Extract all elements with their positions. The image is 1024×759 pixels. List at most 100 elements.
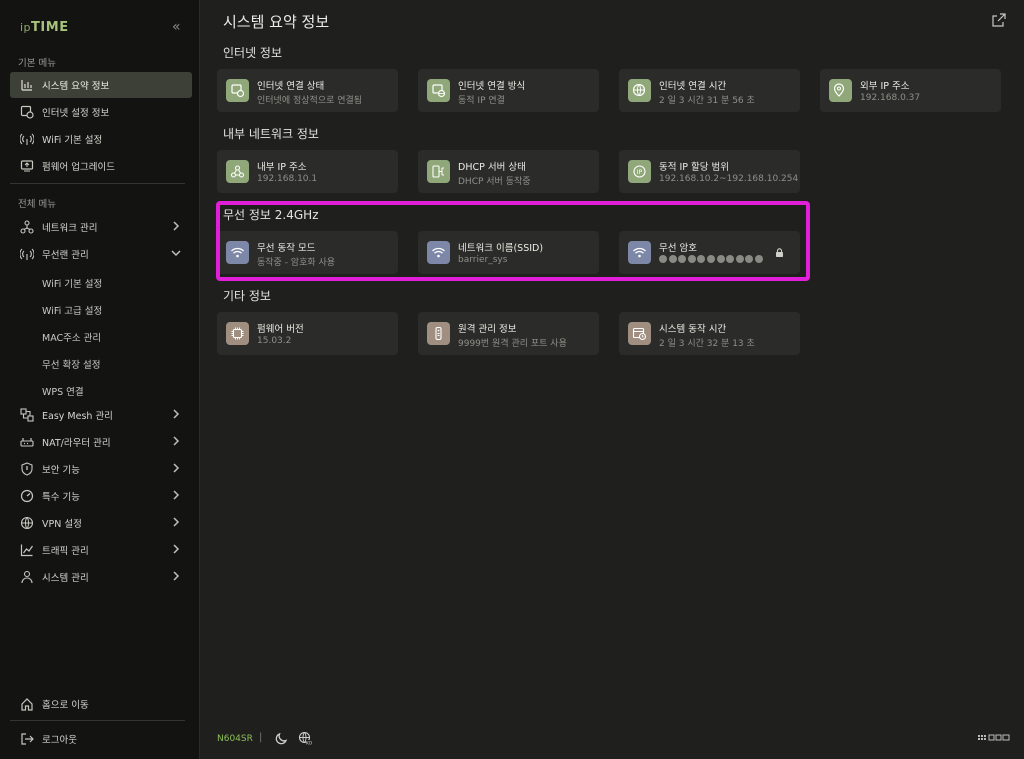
card-internet-method: 인터넷 연결 방식 동적 IP 연결 [418, 69, 599, 112]
router-icon [20, 435, 34, 449]
nav-label: 인터넷 설정 정보 [42, 108, 110, 119]
card-external-ip: 외부 IP 주소 192.168.0.37 [820, 69, 1001, 112]
internet-settings-icon [20, 105, 34, 119]
nav-security[interactable]: 보안 기능 [10, 456, 192, 482]
home-link[interactable]: 홈으로 이동 [10, 692, 192, 716]
card-value: 15.03.2 [257, 336, 292, 346]
footer-separator: | [259, 732, 263, 743]
chevron-right-icon [173, 221, 180, 231]
card-value: 192.168.10.2~192.168.10.254 [659, 174, 799, 184]
card-firmware-version: 펌웨어 버전 15.03.2 [217, 312, 398, 355]
sidebar-divider [10, 720, 185, 721]
svg-text:KO: KO [306, 741, 312, 746]
nav-special-features[interactable]: 특수 기능 [10, 483, 192, 509]
collapse-sidebar-icon[interactable]: « [172, 19, 181, 35]
card-title: 펌웨어 버전 [257, 324, 304, 335]
logout-link[interactable]: 로그아웃 [10, 727, 192, 751]
card-system-uptime: 시스템 동작 시간 2 일 3 시간 32 분 13 초 [619, 312, 800, 355]
model-name: N604SR [217, 734, 253, 744]
layout-grid-icon[interactable] [978, 734, 1010, 742]
network-nodes-icon [226, 160, 249, 183]
nav-label: 네트워크 관리 [42, 223, 98, 234]
card-internet-status: 인터넷 연결 상태 인터넷에 정상적으로 연결됨 [217, 69, 398, 112]
firmware-upgrade-icon [20, 159, 34, 173]
nav-label: 트래픽 관리 [42, 546, 89, 557]
card-title: 인터넷 연결 상태 [257, 81, 325, 92]
chevron-right-icon [173, 517, 180, 527]
nav-firmware-upgrade[interactable]: 펌웨어 업그레이드 [10, 153, 192, 179]
chevron-right-icon [173, 571, 180, 581]
vpn-globe-icon [20, 516, 34, 530]
card-value: 2 일 3 시간 31 분 56 초 [659, 96, 755, 106]
nav-traffic[interactable]: 트래픽 관리 [10, 537, 192, 563]
dark-mode-moon-icon[interactable] [275, 731, 289, 745]
main-content: 시스템 요약 정보 인터넷 정보 인터넷 연결 상태 인터넷에 정상적으로 연결… [201, 0, 1024, 759]
nav-label: 특수 기능 [42, 492, 80, 503]
connection-method-icon [427, 79, 450, 102]
card-title: 내부 IP 주소 [257, 162, 307, 173]
nav-vpn[interactable]: VPN 설정 [10, 510, 192, 536]
card-title: 외부 IP 주소 [860, 81, 910, 92]
nav-easy-mesh[interactable]: Easy Mesh 관리 [10, 402, 192, 428]
card-value: 2 일 3 시간 32 분 13 초 [659, 339, 755, 349]
sub-item-mac-management[interactable]: MAC주소 관리 [42, 330, 101, 344]
nav-nat-router[interactable]: NAT/라우터 관리 [10, 429, 192, 455]
nav-system-summary[interactable]: 시스템 요약 정보 [10, 72, 192, 98]
nav-label: 펌웨어 업그레이드 [42, 162, 115, 173]
nav-label: 시스템 요약 정보 [42, 81, 110, 92]
wireless-icon [20, 247, 34, 261]
card-remote-management: 원격 관리 정보 9999번 원격 관리 포트 사용 [418, 312, 599, 355]
all-menu-label: 전체 메뉴 [18, 199, 56, 210]
page-title: 시스템 요약 정보 [223, 13, 330, 31]
card-value: 동적 IP 연결 [458, 96, 505, 106]
nav-label: WiFi 기본 설정 [42, 135, 103, 146]
nav-network-management[interactable]: 네트워크 관리 [10, 214, 192, 240]
wifi-antenna-icon [20, 132, 34, 146]
card-title: 인터넷 연결 방식 [458, 81, 526, 92]
chip-icon [226, 322, 249, 345]
internet-status-icon [226, 79, 249, 102]
nav-internet-settings[interactable]: 인터넷 설정 정보 [10, 99, 192, 125]
sidebar-divider [10, 183, 185, 184]
shield-icon [20, 462, 34, 476]
card-internal-ip: 내부 IP 주소 192.168.10.1 [217, 150, 398, 193]
sidebar: ipTIME « 기본 메뉴 시스템 요약 정보 인터넷 설정 정보 WiFi … [0, 0, 200, 759]
section-title-internet: 인터넷 정보 [223, 46, 283, 60]
card-value: DHCP 서버 동작중 [458, 177, 531, 187]
sub-item-wifi-basic[interactable]: WiFi 기본 설정 [42, 276, 102, 290]
gauge-icon [20, 489, 34, 503]
sub-item-wireless-extend[interactable]: 무선 확장 설정 [42, 357, 100, 371]
card-value: 192.168.0.37 [860, 93, 921, 103]
chevron-right-icon [173, 436, 180, 446]
card-value: 9999번 원격 관리 포트 사용 [458, 339, 567, 349]
export-icon[interactable] [992, 13, 1006, 27]
traffic-chart-icon [20, 543, 34, 557]
ip-range-icon: IP [628, 160, 651, 183]
nav-wireless-management[interactable]: 무선랜 관리 [10, 241, 192, 267]
chevron-right-icon [173, 409, 180, 419]
card-title: 동적 IP 할당 범위 [659, 162, 730, 173]
home-label: 홈으로 이동 [42, 700, 89, 711]
card-title: 시스템 동작 시간 [659, 324, 727, 335]
nav-system-management[interactable]: 시스템 관리 [10, 564, 192, 590]
card-value: 192.168.10.1 [257, 174, 318, 184]
location-pin-icon [829, 79, 852, 102]
chevron-down-icon [171, 250, 181, 257]
nav-label: VPN 설정 [42, 519, 82, 530]
basic-menu-label: 기본 메뉴 [18, 58, 56, 69]
globe-time-icon [628, 79, 651, 102]
card-title: 인터넷 연결 시간 [659, 81, 727, 92]
nav-label: 무선랜 관리 [42, 250, 89, 261]
nav-wifi-basic[interactable]: WiFi 기본 설정 [10, 126, 192, 152]
section-title-lan: 내부 네트워크 정보 [223, 127, 319, 141]
card-dhcp-range: IP 동적 IP 할당 범위 192.168.10.2~192.168.10.2… [619, 150, 800, 193]
language-globe-icon[interactable]: KO [298, 731, 312, 745]
dhcp-server-icon [427, 160, 450, 183]
sub-item-wifi-advanced[interactable]: WiFi 고급 설정 [42, 303, 102, 317]
card-dhcp-status: DHCP 서버 상태 DHCP 서버 동작중 [418, 150, 599, 193]
iptime-logo[interactable]: ipTIME [20, 20, 69, 35]
highlight-box [216, 201, 810, 281]
chevron-right-icon [173, 463, 180, 473]
mesh-icon [20, 408, 34, 422]
sub-item-wps[interactable]: WPS 연결 [42, 384, 84, 398]
